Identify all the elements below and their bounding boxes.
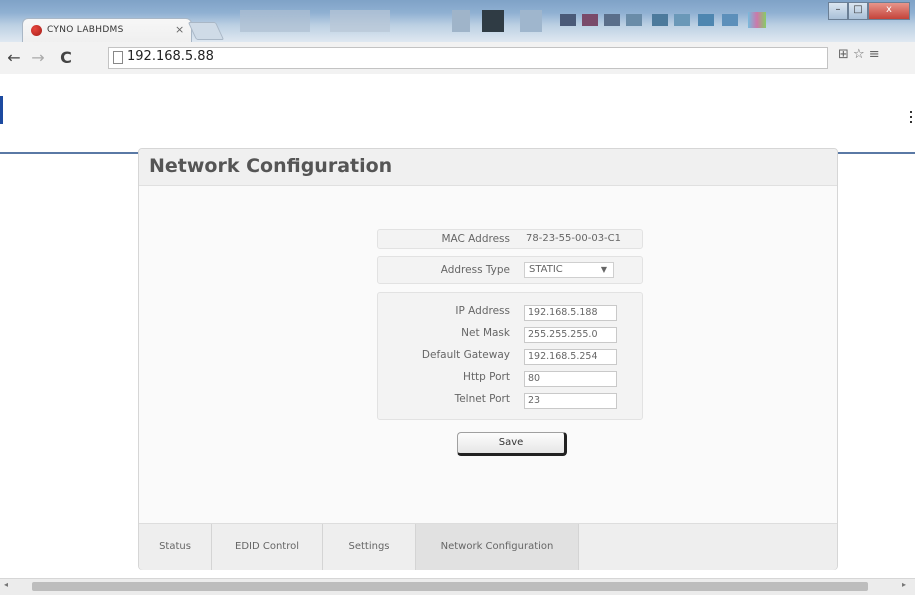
default-gateway-input[interactable] — [524, 349, 617, 365]
favicon-icon — [31, 25, 42, 36]
browser-tab[interactable]: CYNO LABHDMS × — [22, 18, 192, 43]
mac-address-value: 78-23-55-00-03-C1 — [526, 233, 622, 244]
minimize-button[interactable]: – — [828, 2, 848, 20]
browser-tab-title: CYNO LABHDMS — [47, 25, 124, 35]
ip-address-input[interactable] — [524, 305, 617, 321]
ip-address-label: IP Address — [455, 305, 510, 317]
address-bar[interactable]: 192.168.5.88 — [108, 47, 828, 69]
browser-menu-icons[interactable]: ⊞ ☆ ≡ — [838, 47, 880, 62]
chevron-down-icon: ▼ — [600, 265, 607, 274]
address-type-select[interactable]: STATIC ▼ — [524, 262, 614, 278]
background-decoration — [626, 14, 642, 26]
tab-settings[interactable]: Settings — [323, 524, 416, 570]
telnet-port-input[interactable] — [524, 393, 617, 409]
scroll-left-arrow-icon[interactable]: ◂ — [4, 580, 8, 589]
page-viewport: Network Configuration MAC Address 78-23-… — [0, 74, 915, 578]
maximize-button[interactable]: □ — [848, 2, 868, 20]
background-decoration — [560, 14, 576, 26]
browser-toolbar: ← → C 192.168.5.88 — [0, 42, 915, 75]
background-decoration — [674, 14, 690, 26]
background-decoration — [452, 10, 470, 32]
address-type-value: STATIC — [529, 264, 563, 275]
tab-edid-control[interactable]: EDID Control — [212, 524, 323, 570]
background-decoration — [240, 10, 310, 32]
ip-settings-box: IP Address Net Mask Default Gateway Http… — [377, 292, 643, 420]
scroll-right-arrow-icon[interactable]: ▸ — [902, 580, 906, 589]
background-decoration — [748, 12, 766, 28]
page-icon — [113, 51, 123, 64]
background-decoration — [698, 14, 714, 26]
panel-title-bar: Network Configuration — [139, 149, 837, 186]
background-decoration — [604, 14, 620, 26]
telnet-port-label: Telnet Port — [454, 393, 510, 405]
address-bar-url: 192.168.5.88 — [127, 49, 214, 64]
net-mask-input[interactable] — [524, 327, 617, 343]
tab-status[interactable]: Status — [139, 524, 212, 570]
reload-icon[interactable]: C — [56, 48, 76, 68]
scrollbar-thumb[interactable] — [32, 582, 868, 591]
background-decoration — [520, 10, 542, 32]
network-config-panel: Network Configuration MAC Address 78-23-… — [138, 148, 838, 570]
page-title: Network Configuration — [149, 155, 393, 177]
back-arrow-icon[interactable]: ← — [4, 48, 24, 68]
new-tab-button[interactable] — [187, 22, 225, 40]
http-port-input[interactable] — [524, 371, 617, 387]
address-type-row: Address Type STATIC ▼ — [377, 256, 643, 284]
window-controls: – □ x — [828, 2, 912, 20]
close-tab-icon[interactable]: × — [175, 23, 184, 36]
http-port-label: Http Port — [463, 371, 510, 383]
mac-address-label: MAC Address — [441, 233, 510, 245]
background-decoration — [482, 10, 504, 32]
close-window-button[interactable]: x — [868, 2, 910, 20]
background-decoration — [582, 14, 598, 26]
mac-address-row: MAC Address 78-23-55-00-03-C1 — [377, 229, 643, 249]
browser-tab-strip: CYNO LABHDMS × – □ x — [0, 0, 915, 43]
forward-arrow-icon[interactable]: → — [28, 48, 48, 68]
background-decoration — [330, 10, 390, 32]
config-tabs: Status EDID Control Settings Network Con… — [139, 523, 837, 570]
background-decoration — [652, 14, 668, 26]
address-type-label: Address Type — [440, 264, 510, 276]
header-accent-bar — [0, 96, 3, 124]
default-gateway-label: Default Gateway — [421, 349, 510, 361]
header-right-marker — [910, 108, 913, 128]
horizontal-scrollbar[interactable]: ◂ ▸ — [0, 578, 915, 595]
background-decoration — [722, 14, 738, 26]
save-button[interactable]: Save — [457, 432, 567, 456]
tab-network-configuration[interactable]: Network Configuration — [416, 524, 579, 570]
net-mask-label: Net Mask — [461, 327, 510, 339]
